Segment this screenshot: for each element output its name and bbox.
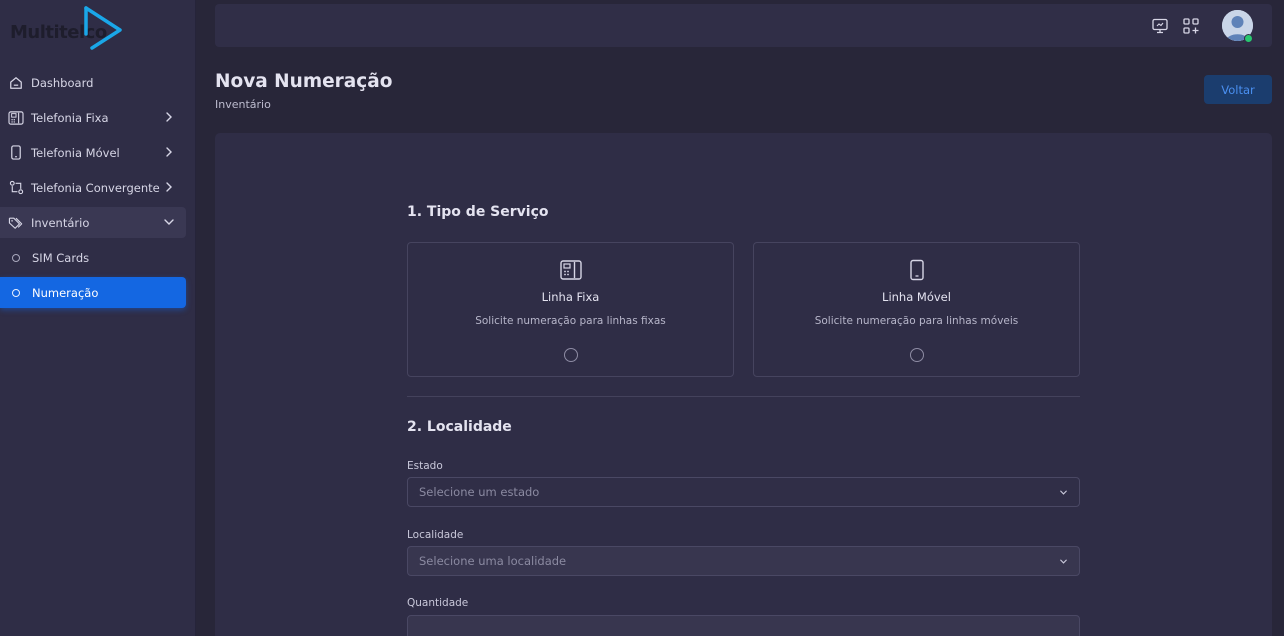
page-title: Nova Numeração	[215, 71, 393, 92]
top-bar	[215, 4, 1272, 47]
sidebar-item-telefonia-movel[interactable]: Telefonia Móvel	[0, 137, 186, 168]
sidebar-item-telefonia-fixa[interactable]: Telefonia Fixa	[0, 102, 186, 133]
form-card: 1. Tipo de Serviço Linha Fixa Solicite n…	[215, 133, 1272, 636]
section-title-localidade: 2. Localidade	[407, 419, 512, 435]
quantidade-input[interactable]	[407, 615, 1080, 636]
localidade-label: Localidade	[407, 529, 464, 541]
sidebar-item-label: Numeração	[32, 285, 99, 300]
sidebar-item-numeracao[interactable]: Numeração	[0, 277, 186, 308]
play-logo-icon	[84, 6, 122, 50]
linha-fixa-radio[interactable]	[564, 348, 578, 362]
online-status-indicator	[1244, 34, 1253, 43]
section-title-tipo-servico: 1. Tipo de Serviço	[407, 204, 549, 220]
back-button[interactable]: Voltar	[1204, 75, 1272, 104]
circle-bullet-icon	[12, 288, 20, 297]
chevron-right-icon	[166, 112, 172, 122]
option-description: Solicite numeração para linhas fixas	[475, 315, 666, 327]
sidebar-item-label: Telefonia Móvel	[31, 145, 120, 160]
localidade-select[interactable]: Selecione uma localidade	[407, 546, 1080, 576]
localidade-select-placeholder: Selecione uma localidade	[419, 554, 567, 568]
tag-icon	[8, 215, 24, 231]
sidebar-item-inventario[interactable]: Inventário	[0, 207, 186, 238]
sidebar-item-sim-cards[interactable]: SIM Cards	[0, 242, 186, 273]
sidebar: Multitelco Dashboard Telefonia Fixa Tele…	[0, 0, 196, 636]
monitor-icon[interactable]	[1151, 17, 1169, 35]
linha-movel-radio[interactable]	[910, 348, 924, 362]
quantidade-label: Quantidade	[407, 597, 469, 609]
estado-select-placeholder: Selecione um estado	[419, 485, 540, 499]
chevron-right-icon	[166, 182, 172, 192]
desk-phone-icon	[8, 110, 24, 126]
smartphone-icon	[910, 259, 924, 281]
chevron-down-icon	[164, 219, 174, 225]
chevron-right-icon	[166, 147, 172, 157]
section-divider	[407, 396, 1080, 397]
smartphone-icon	[8, 145, 24, 161]
service-option-linha-movel[interactable]: Linha Móvel Solicite numeração para linh…	[753, 242, 1080, 377]
home-icon	[8, 75, 24, 91]
desk-phone-icon	[560, 260, 582, 280]
option-title: Linha Fixa	[541, 290, 600, 304]
sidebar-item-label: Inventário	[31, 215, 90, 230]
sidebar-item-label: Telefonia Convergente	[31, 180, 160, 195]
chevron-down-icon	[1060, 490, 1067, 495]
sidebar-item-label: Dashboard	[31, 75, 94, 90]
convergence-icon	[8, 180, 24, 196]
apps-add-icon[interactable]	[1182, 17, 1200, 35]
sidebar-item-dashboard[interactable]: Dashboard	[0, 67, 186, 98]
sidebar-item-label: Telefonia Fixa	[31, 110, 109, 125]
sidebar-nav: Dashboard Telefonia Fixa Telefonia Móvel…	[0, 67, 196, 312]
circle-bullet-icon	[12, 253, 20, 262]
brand-logo[interactable]: Multitelco	[10, 4, 130, 56]
chevron-down-icon	[1060, 559, 1067, 564]
option-description: Solicite numeração para linhas móveis	[814, 315, 1019, 327]
estado-select[interactable]: Selecione um estado	[407, 477, 1080, 507]
sidebar-item-telefonia-convergente[interactable]: Telefonia Convergente	[0, 172, 186, 203]
estado-label: Estado	[407, 460, 443, 472]
service-option-linha-fixa[interactable]: Linha Fixa Solicite numeração para linha…	[407, 242, 734, 377]
sidebar-item-label: SIM Cards	[32, 250, 90, 265]
option-title: Linha Móvel	[882, 290, 951, 304]
breadcrumb: Inventário	[215, 98, 271, 111]
